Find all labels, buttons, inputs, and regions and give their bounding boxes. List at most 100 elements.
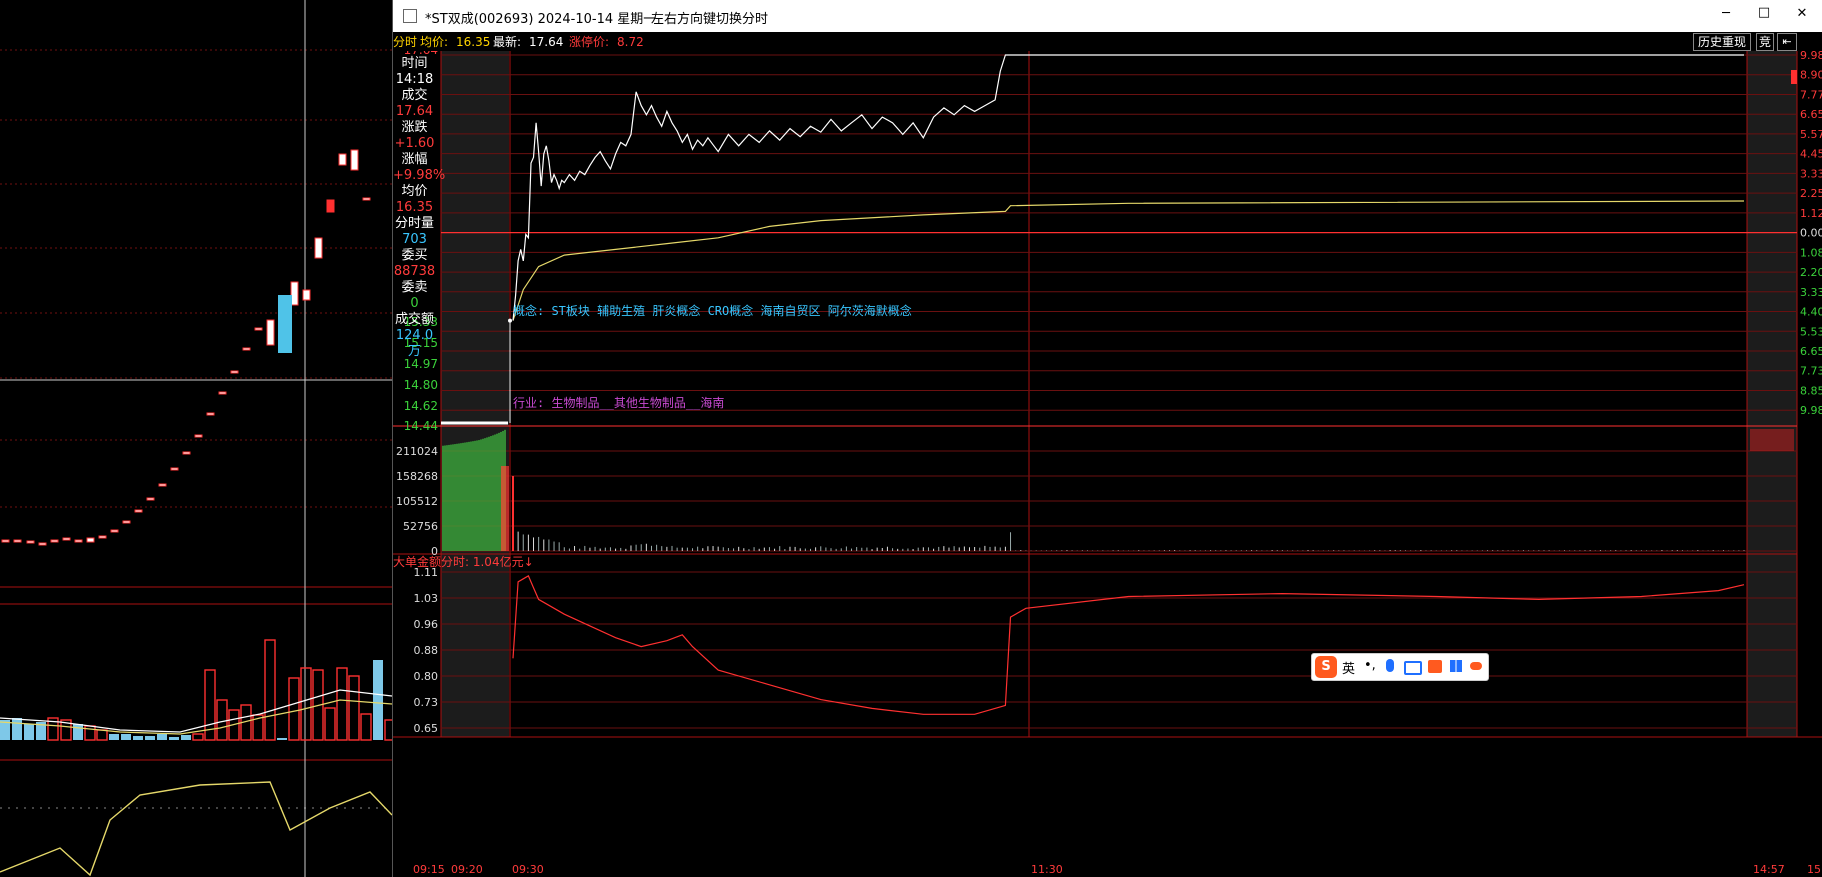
kline-volume-bar bbox=[73, 724, 83, 740]
quote-info-panel: 时间 14:18 成交 17.64 涨跌 +1.60 涨幅 +9.98% 均价 16.35 分时量 7… bbox=[393, 56, 446, 360]
maximize-button[interactable]: □ bbox=[1749, 5, 1779, 20]
kline-volume-bar bbox=[288, 677, 300, 741]
bigorder-label: 大单金额分时: 1.04亿元↓ bbox=[393, 555, 534, 569]
pct-tick-label: 5.53% bbox=[1800, 325, 1822, 338]
kline-candle bbox=[314, 237, 323, 259]
kline-candle bbox=[13, 539, 22, 543]
bigorder-tick-label: 0.88 bbox=[414, 644, 439, 657]
info-label: 均价 bbox=[401, 184, 428, 199]
info-label: 成交额 bbox=[394, 312, 434, 327]
close-button[interactable]: ✕ bbox=[1787, 6, 1817, 21]
price-tick-label: 14.44 bbox=[404, 419, 438, 433]
avg-label: 均价: bbox=[420, 35, 449, 49]
bigorder-axis: 1.111.030.960.880.800.730.65 bbox=[414, 566, 439, 735]
kline-volume-bar bbox=[109, 734, 119, 740]
collapse-icon[interactable]: ⇤ bbox=[1777, 33, 1797, 51]
kline-volume-bar bbox=[181, 735, 191, 740]
keyboard-icon[interactable] bbox=[1404, 661, 1422, 675]
time-tick-label: 09:15 bbox=[413, 863, 445, 876]
pct-tick-label: 3.33% bbox=[1800, 286, 1822, 299]
kline-candle bbox=[254, 327, 263, 331]
kline-candle bbox=[158, 483, 167, 487]
microphone-icon[interactable] bbox=[1386, 659, 1394, 672]
pct-tick-label: 6.65% bbox=[1800, 345, 1822, 358]
history-replay-button[interactable]: 历史重现 bbox=[1693, 33, 1752, 51]
time-tick-label: 09:30 bbox=[512, 863, 544, 876]
minimize-button[interactable]: ─ bbox=[1711, 6, 1741, 21]
limit-label: 涨停价: bbox=[569, 35, 610, 49]
pct-tick-label: 1.12% bbox=[1800, 207, 1822, 220]
kline-volume-bar bbox=[373, 660, 383, 740]
bigorder-tick-label: 0.73 bbox=[414, 696, 439, 709]
kline-candle bbox=[218, 391, 227, 395]
kline-volume-bar bbox=[384, 719, 392, 741]
pct-tick-label: 8.85% bbox=[1800, 384, 1822, 397]
window-title: *ST双成(002693) 2024-10-14 星期一 bbox=[425, 12, 657, 27]
price-tick-label: 14.62 bbox=[404, 399, 438, 413]
toolbox-icon[interactable] bbox=[1450, 660, 1462, 672]
kline-volume-bar bbox=[192, 733, 204, 741]
pct-tick-label: 7.73% bbox=[1800, 365, 1822, 378]
pct-tick-label: 9.98% bbox=[1800, 404, 1822, 417]
info-label: 分时量 bbox=[394, 216, 434, 231]
pct-tick-label: 9.98% bbox=[1800, 51, 1822, 62]
kline-volume-bar bbox=[96, 729, 108, 741]
pct-tick-label: 8.90% bbox=[1800, 69, 1822, 82]
pct-tick-label: 7.77% bbox=[1800, 88, 1822, 101]
kline-candle bbox=[146, 497, 155, 501]
kline-volume-bar bbox=[216, 699, 228, 741]
ime-toolbar[interactable]: S 英 •, bbox=[1311, 653, 1489, 681]
info-value: 0 bbox=[410, 296, 419, 311]
info-value: +9.98% bbox=[393, 168, 446, 183]
time-tick-label: 14:57 bbox=[1753, 863, 1785, 876]
window-app-icon bbox=[403, 9, 417, 23]
more-icon[interactable] bbox=[1470, 662, 1482, 670]
bigorder-tick-label: 0.96 bbox=[414, 618, 439, 631]
info-label: 时间 bbox=[401, 56, 428, 71]
concept-text: 概念: ST板块 辅助生殖 肝炎概念 CRO概念 海南自贸区 阿尔茨海默概念 bbox=[513, 304, 912, 318]
kline-volume-highlight bbox=[278, 295, 292, 353]
pct-tick-label: 5.57% bbox=[1800, 128, 1822, 141]
kline-volume-bar bbox=[121, 734, 131, 740]
ime-punct-toggle[interactable]: •, bbox=[1364, 658, 1376, 673]
kline-candle bbox=[302, 289, 311, 301]
kline-indicator-lines bbox=[0, 689, 392, 877]
intraday-window[interactable]: *ST双成(002693) 2024-10-14 星期一 左右方向键切换分时 ─… bbox=[392, 0, 1822, 877]
ime-mode-toggle[interactable]: 英 bbox=[1342, 658, 1355, 677]
kline-grid bbox=[0, 0, 392, 877]
ime-logo-icon[interactable]: S bbox=[1315, 656, 1337, 678]
kline-volume-bar bbox=[360, 713, 372, 741]
kline-volume-bar bbox=[336, 667, 348, 741]
kline-volume-bar bbox=[264, 639, 276, 741]
bigorder-tick-label: 0.80 bbox=[414, 670, 439, 683]
kline-candle bbox=[50, 539, 59, 543]
skin-icon[interactable] bbox=[1428, 660, 1442, 673]
kline-candle bbox=[62, 537, 71, 541]
pct-tick-label: 6.65% bbox=[1800, 108, 1822, 121]
kline-candle bbox=[122, 520, 131, 524]
kline-volume-bar bbox=[324, 707, 336, 741]
kline-candle bbox=[110, 529, 119, 533]
kline-volume-bar bbox=[133, 736, 143, 740]
limit-up-marker bbox=[1791, 70, 1797, 84]
kline-indicator-yellow bbox=[0, 781, 392, 877]
volume-axis: 211024158268105512527560 bbox=[396, 445, 438, 558]
last-label: 最新: bbox=[493, 35, 522, 49]
kline-background-chart bbox=[0, 0, 392, 877]
intraday-chart[interactable]: 17.6415.3315.1514.9714.8014.6214.44 9.98… bbox=[393, 51, 1822, 877]
pct-tick-label: 4.45% bbox=[1800, 148, 1822, 161]
kline-volume-bar bbox=[300, 667, 312, 741]
kline-candle bbox=[290, 281, 299, 306]
avg-value: 16.35 bbox=[456, 35, 491, 49]
bigorder-tick-label: 1.03 bbox=[414, 592, 439, 605]
bigorder-tick-label: 0.65 bbox=[414, 722, 439, 735]
pct-tick-label: 3.33% bbox=[1800, 167, 1822, 180]
title-bar[interactable]: *ST双成(002693) 2024-10-14 星期一 左右方向键切换分时 ─… bbox=[393, 0, 1822, 32]
kline-candle bbox=[206, 412, 215, 416]
kline-ma-yellow bbox=[0, 699, 392, 735]
kline-volume-bar bbox=[24, 724, 34, 740]
kline-volume-bar bbox=[12, 718, 22, 740]
kline-volume-bars bbox=[0, 639, 392, 741]
compete-button[interactable]: 竞 bbox=[1756, 33, 1774, 51]
time-tick-label: 11:30 bbox=[1031, 863, 1063, 876]
